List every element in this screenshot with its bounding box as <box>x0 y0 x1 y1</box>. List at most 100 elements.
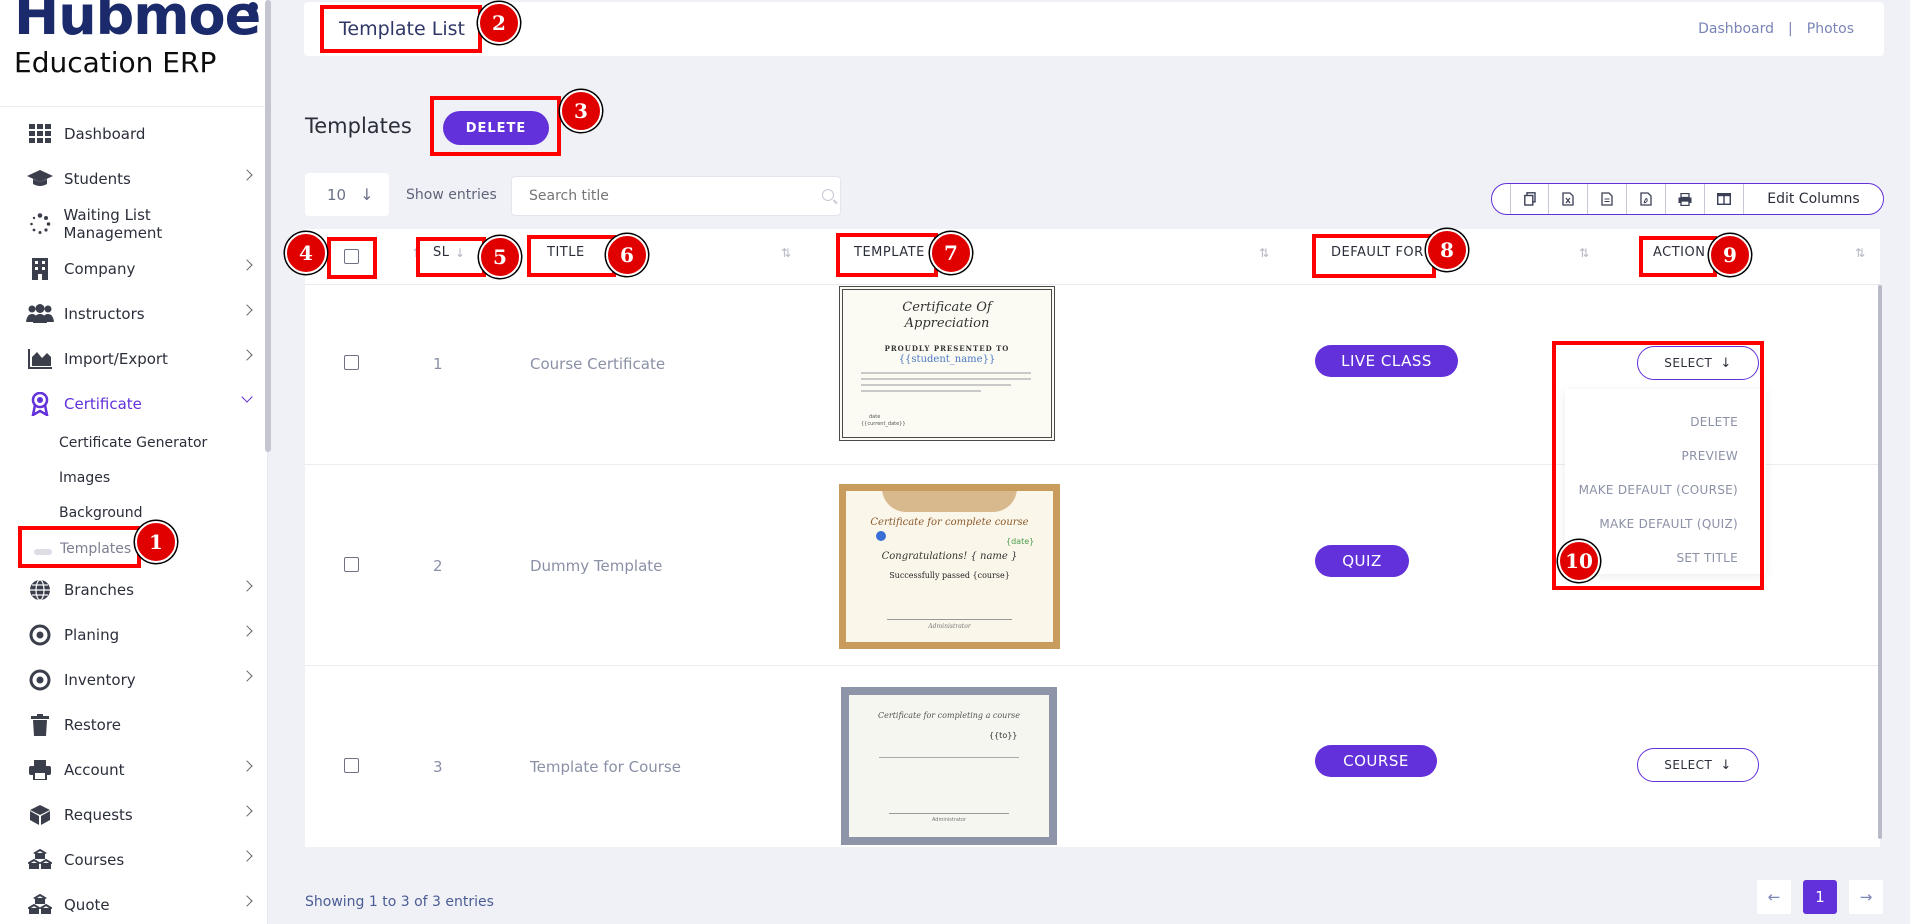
export-toolbar: Edit Columns <box>1491 183 1884 215</box>
sidebar-item-certificate[interactable]: Certificate <box>26 390 253 418</box>
cert-text-line <box>861 378 1031 380</box>
next-page-button[interactable]: → <box>1849 880 1883 914</box>
sidebar-item-inventory[interactable]: Inventory <box>26 666 253 694</box>
sidebar-scrollbar[interactable] <box>265 0 271 452</box>
target-icon <box>26 624 54 646</box>
row-checkbox[interactable] <box>344 355 359 370</box>
sidebar-item-label: Quote <box>64 896 110 914</box>
signature-line <box>889 813 1009 814</box>
row-checkbox[interactable] <box>344 758 359 773</box>
sidebar-item-label: Import/Export <box>64 350 168 368</box>
sidebar-subitem-images[interactable]: Images <box>59 470 110 486</box>
sidebar-item-account[interactable]: Account <box>26 756 253 784</box>
annotation-box-1 <box>18 526 141 568</box>
columns-button[interactable] <box>1705 184 1744 214</box>
building-icon <box>26 258 54 280</box>
sidebar-item-label: Instructors <box>64 305 145 323</box>
search-input[interactable] <box>511 176 841 216</box>
pdf-button[interactable] <box>1627 184 1666 214</box>
sidebar-item-label: Waiting List Management <box>63 206 163 242</box>
copy-button[interactable] <box>1510 184 1549 214</box>
spinner-icon <box>26 213 54 235</box>
sidebar-item-instructors[interactable]: Instructors <box>26 300 253 328</box>
annotation-box-3 <box>430 96 561 156</box>
csv-button[interactable] <box>1549 184 1588 214</box>
sidebar-item-label: Dashboard <box>64 125 146 143</box>
header-card: Template List Dashboard | Photos <box>304 2 1884 56</box>
printer-icon <box>26 759 54 781</box>
page-1-button[interactable]: 1 <box>1803 880 1837 914</box>
default-for-badge: QUIZ <box>1315 545 1409 577</box>
edit-columns-button[interactable]: Edit Columns <box>1744 184 1883 214</box>
sidebar-subitem-certificate-generator[interactable]: Certificate Generator <box>59 435 207 451</box>
sidebar-item-quote[interactable]: Quote <box>26 891 253 919</box>
breadcrumb-photos-link[interactable]: Photos <box>1807 21 1854 37</box>
sidebar-item-students[interactable]: Students <box>26 165 253 193</box>
sidebar-item-label: Inventory <box>64 671 136 689</box>
globe-icon <box>26 579 54 601</box>
sidebar-item-label: Requests <box>64 806 133 824</box>
sidebar-item-courses[interactable]: Courses <box>26 846 253 874</box>
breadcrumb-separator: | <box>1788 21 1793 37</box>
select-action-button[interactable]: SELECT ↓ <box>1637 748 1759 782</box>
search-icon <box>822 189 834 201</box>
cert-text-line <box>861 390 981 392</box>
cert-title-2: Appreciation <box>904 316 990 331</box>
row-sl: 2 <box>433 557 443 575</box>
excel-icon <box>1601 192 1613 206</box>
annotation-badge-2: 2 <box>478 2 520 44</box>
cert-date-label: date <box>869 414 881 420</box>
sidebar-item-waiting-list[interactable]: Waiting List Management <box>26 206 251 242</box>
sidebar-item-dashboard[interactable]: Dashboard <box>26 120 251 148</box>
certificate-thumbnail[interactable]: Certificate for completing a course {{to… <box>841 687 1057 845</box>
sidebar-item-branches[interactable]: Branches <box>26 576 253 604</box>
sidebar-item-company[interactable]: Company <box>26 255 253 283</box>
brand-tagline: Education ERP <box>14 46 217 79</box>
print-button[interactable] <box>1666 184 1705 214</box>
sort-icon: ⇅ <box>781 246 792 260</box>
cert-name: {{to}} <box>989 731 1018 740</box>
sidebar-item-restore[interactable]: Restore <box>26 711 251 739</box>
cert-date: {{current_date}} <box>861 421 906 427</box>
entries-select[interactable]: 10 ↓ <box>305 173 389 216</box>
chevron-right-icon <box>241 625 253 637</box>
showing-entries-text: Showing 1 to 3 of 3 entries <box>305 894 494 910</box>
sort-icon: ⇅ <box>1855 246 1866 260</box>
sidebar-item-label: Students <box>64 170 131 188</box>
chevron-right-icon <box>241 304 253 316</box>
breadcrumb-dashboard-link[interactable]: Dashboard <box>1698 21 1774 37</box>
sidebar-item-planing[interactable]: Planing <box>26 621 253 649</box>
sidebar-item-requests[interactable]: Requests <box>26 801 253 829</box>
pdf-icon <box>1640 192 1652 206</box>
default-for-badge: LIVE CLASS <box>1315 345 1458 377</box>
prev-page-button[interactable]: ← <box>1757 880 1791 914</box>
print-icon <box>1678 192 1692 206</box>
breadcrumb: Dashboard | Photos <box>1698 21 1854 37</box>
sidebar-item-label: Certificate <box>64 395 142 413</box>
signature-line <box>887 619 1012 620</box>
certificate-thumbnail[interactable]: Certificate for complete course {date} C… <box>839 484 1060 649</box>
sidebar-item-label: Planing <box>64 626 120 644</box>
header-divider <box>305 284 1880 285</box>
row-title: Course Certificate <box>530 355 666 373</box>
cert-text-line <box>861 384 1011 386</box>
section-title: Templates <box>305 114 412 138</box>
chevron-right-icon <box>241 670 253 682</box>
avatar-icon <box>876 531 886 541</box>
row-checkbox[interactable] <box>344 557 359 572</box>
brand-name: Hubmoe <box>14 0 261 47</box>
annotation-badge-9: 9 <box>1709 234 1751 276</box>
cert-signature: Administrator <box>931 817 967 823</box>
annotation-badge-8: 8 <box>1426 229 1468 271</box>
table-scrollbar[interactable] <box>1878 285 1882 839</box>
brand-logo[interactable]: Hubmoe Education ERP <box>14 0 264 106</box>
sidebar-item-label: Branches <box>64 581 134 599</box>
sidebar-subitem-background[interactable]: Background <box>59 505 143 521</box>
award-icon <box>26 392 54 416</box>
sidebar-item-import-export[interactable]: Import/Export <box>26 345 253 373</box>
certificate-thumbnail[interactable]: Certificate Of Appreciation PROUDLY PRES… <box>839 286 1055 441</box>
chevron-down-icon <box>241 391 253 403</box>
excel-button[interactable] <box>1588 184 1627 214</box>
cert-title: Certificate for complete course <box>870 517 1029 528</box>
sidebar-item-label: Restore <box>64 716 121 734</box>
